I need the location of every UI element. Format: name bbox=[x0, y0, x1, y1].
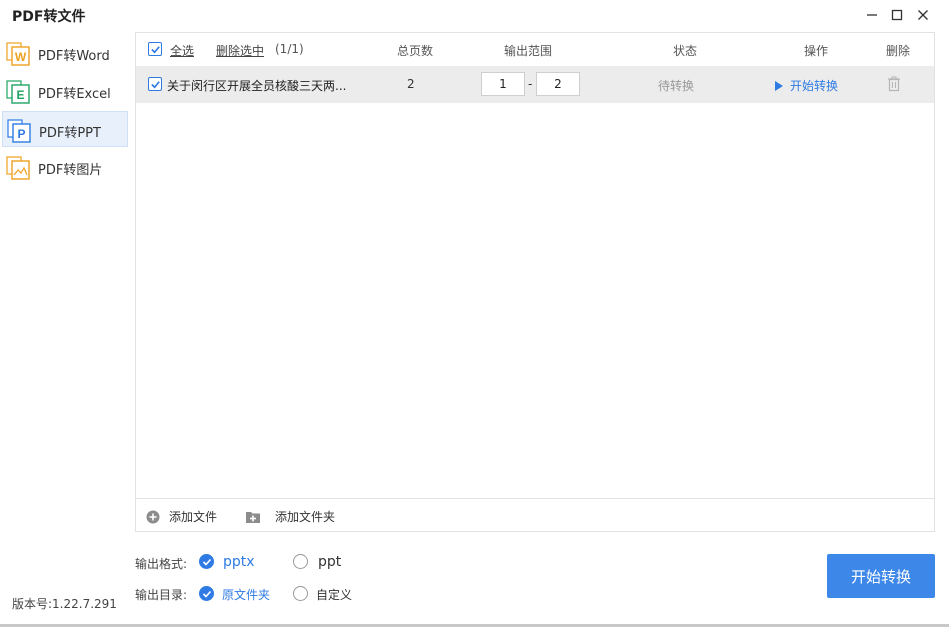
start-convert-row-button[interactable]: 开始转换 bbox=[774, 77, 838, 94]
delete-selected-link[interactable]: 删除选中 bbox=[216, 42, 264, 59]
format-label: 输出格式: bbox=[135, 557, 188, 571]
sidebar-item-excel[interactable]: E PDF转Excel bbox=[2, 73, 128, 109]
version-label: 版本号:1.22.7.291 bbox=[12, 597, 117, 611]
action-label: 开始转换 bbox=[790, 79, 839, 93]
header-pages: 总页数 bbox=[397, 44, 434, 58]
table-row[interactable]: 关于闵行区开展全员核酸三天两... 2 1 - 2 待转换 开始转换 bbox=[136, 66, 934, 103]
header-delete: 删除 bbox=[886, 44, 911, 58]
svg-text:W: W bbox=[15, 50, 27, 64]
file-list-panel: 全选 删除选中 (1/1) 总页数 输出范围 状态 操作 删除 关于闵行区开展全… bbox=[135, 32, 935, 532]
sidebar-item-word[interactable]: W PDF转Word bbox=[2, 35, 128, 71]
sidebar-item-ppt[interactable]: P PDF转PPT bbox=[2, 111, 128, 147]
maximize-icon bbox=[891, 9, 903, 21]
range-to-input[interactable]: 2 bbox=[536, 72, 580, 96]
header-status: 状态 bbox=[673, 44, 698, 58]
status-text: 待转换 bbox=[658, 79, 695, 93]
start-convert-button[interactable]: 开始转换 bbox=[827, 554, 935, 598]
panel-footer: 添加文件 添加文件夹 bbox=[136, 498, 934, 532]
minimize-button[interactable] bbox=[861, 4, 883, 26]
row-checkbox[interactable] bbox=[148, 77, 162, 91]
format-pptx-label[interactable]: pptx bbox=[223, 554, 255, 570]
dir-custom-radio[interactable] bbox=[293, 586, 308, 601]
check-icon bbox=[202, 558, 211, 566]
dir-custom-label[interactable]: 自定义 bbox=[316, 586, 352, 603]
dir-source-label[interactable]: 原文件夹 bbox=[222, 586, 270, 603]
format-ppt-radio[interactable] bbox=[293, 554, 308, 569]
close-icon bbox=[918, 10, 928, 20]
word-icon: W bbox=[6, 42, 30, 66]
file-name: 关于闵行区开展全员核酸三天两... bbox=[167, 79, 347, 93]
trash-icon bbox=[888, 76, 900, 92]
add-file-button[interactable]: 添加文件 bbox=[146, 508, 217, 525]
app-window: PDF转文件 W PDF转Word E PDF转Excel P PDF转PPT … bbox=[0, 0, 949, 627]
sidebar: W PDF转Word E PDF转Excel P PDF转PPT PDF转图片 bbox=[0, 32, 130, 592]
check-icon bbox=[150, 45, 160, 53]
sidebar-item-image[interactable]: PDF转图片 bbox=[2, 149, 128, 185]
ppt-icon: P bbox=[7, 119, 31, 143]
header-action: 操作 bbox=[804, 44, 829, 58]
check-icon bbox=[150, 80, 160, 88]
page-count: 2 bbox=[407, 77, 415, 91]
dir-source-radio[interactable] bbox=[199, 586, 214, 601]
select-all-checkbox[interactable] bbox=[148, 42, 162, 56]
minimize-icon bbox=[867, 14, 877, 16]
table-header: 全选 删除选中 (1/1) 总页数 输出范围 状态 操作 删除 bbox=[136, 33, 934, 65]
select-all-link[interactable]: 全选 bbox=[170, 42, 194, 59]
title-bar: PDF转文件 bbox=[0, 0, 949, 30]
delete-row-button[interactable] bbox=[887, 76, 901, 95]
add-circle-icon bbox=[146, 510, 160, 523]
sidebar-item-label: PDF转PPT bbox=[39, 126, 101, 141]
play-icon bbox=[775, 80, 783, 91]
close-button[interactable] bbox=[912, 4, 934, 26]
check-icon bbox=[202, 590, 211, 598]
excel-icon: E bbox=[6, 80, 30, 104]
file-count: (1/1) bbox=[275, 42, 304, 56]
add-folder-label: 添加文件夹 bbox=[275, 510, 336, 524]
add-folder-button[interactable]: 添加文件夹 bbox=[245, 508, 335, 525]
app-title: PDF转文件 bbox=[12, 9, 86, 25]
maximize-button[interactable] bbox=[886, 4, 908, 26]
image-icon bbox=[6, 156, 30, 180]
add-folder-icon bbox=[246, 511, 260, 523]
output-dir-label: 输出目录: bbox=[135, 588, 188, 602]
svg-text:E: E bbox=[16, 88, 24, 102]
range-separator: - bbox=[528, 77, 533, 91]
sidebar-item-label: PDF转Excel bbox=[38, 87, 111, 102]
header-range: 输出范围 bbox=[504, 44, 553, 58]
range-from-input[interactable]: 1 bbox=[481, 72, 525, 96]
format-pptx-radio[interactable] bbox=[199, 554, 214, 569]
sidebar-item-label: PDF转图片 bbox=[38, 163, 103, 178]
add-file-label: 添加文件 bbox=[169, 510, 218, 524]
svg-text:P: P bbox=[17, 127, 25, 141]
sidebar-item-label: PDF转Word bbox=[38, 49, 110, 64]
format-ppt-label[interactable]: ppt bbox=[318, 554, 341, 570]
